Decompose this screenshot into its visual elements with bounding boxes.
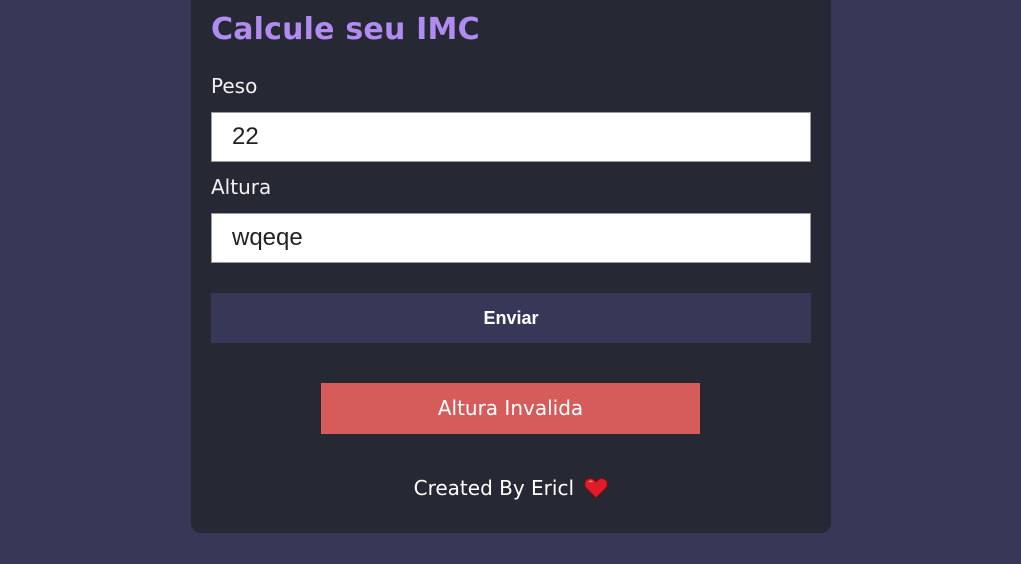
enviar-button[interactable]: Enviar bbox=[211, 293, 811, 343]
footer: Created By Ericl bbox=[191, 475, 831, 501]
error-message: Altura Invalida bbox=[321, 383, 700, 434]
footer-text: Created By Ericl bbox=[413, 476, 575, 500]
altura-label: Altura bbox=[211, 175, 272, 199]
peso-label: Peso bbox=[211, 74, 258, 98]
page-title: Calcule seu IMC bbox=[211, 12, 480, 47]
peso-input[interactable] bbox=[211, 112, 811, 162]
heart-icon bbox=[584, 477, 609, 499]
altura-input[interactable] bbox=[211, 213, 811, 263]
imc-card: Calcule seu IMC Peso Altura Enviar Altur… bbox=[191, 0, 831, 533]
